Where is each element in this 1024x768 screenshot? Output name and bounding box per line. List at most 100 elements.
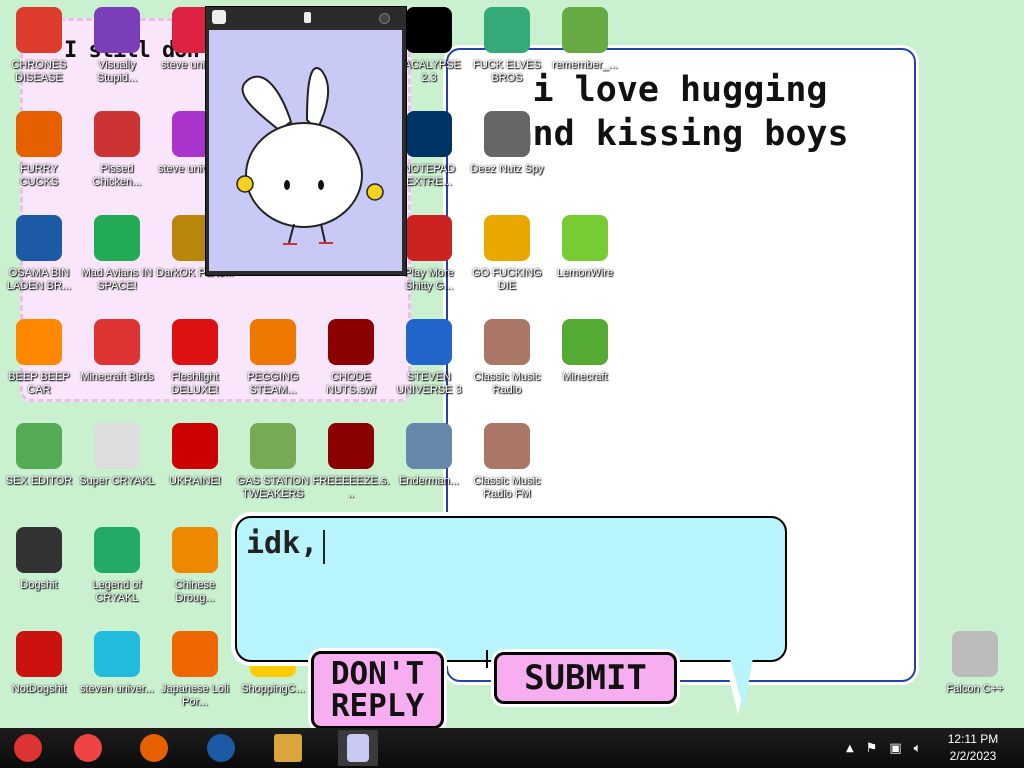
- vlc-icon: [16, 319, 62, 365]
- pixel-dog-icon: [94, 423, 140, 469]
- desktop-icon[interactable]: remember_...: [546, 3, 624, 99]
- obama-logo-icon: [207, 734, 235, 762]
- desktop-icon[interactable]: UKRAINE!: [156, 419, 234, 515]
- desktop-icon[interactable]: steven univer...: [78, 627, 156, 723]
- taskbar-button-firefox[interactable]: [134, 730, 174, 766]
- desktop-icon[interactable]: Minecraft Birds: [78, 315, 156, 411]
- desktop-icon-label: steven univer...: [80, 683, 154, 695]
- desktop-icon[interactable]: Dogshit: [0, 523, 78, 619]
- mahjong-icon: [172, 527, 218, 573]
- desktop-icon[interactable]: Fleshlight DELUXE!: [156, 315, 234, 411]
- obama-logo-icon: [16, 215, 62, 261]
- desktop-icon[interactable]: BEEP BEEP CAR: [0, 315, 78, 411]
- diamond-block-icon: [406, 423, 452, 469]
- submit-button[interactable]: SUBMIT: [494, 652, 677, 704]
- desktop-icon[interactable]: STEVEN UNIVERSE 3: [390, 315, 468, 411]
- desktop-icon-label: Pissed Chicken...: [92, 163, 142, 188]
- cpp-icon: [16, 527, 62, 573]
- devcpp-icon: [16, 631, 62, 677]
- pegasus-icon: [250, 319, 296, 365]
- desktop-icon-label: FURRY CUCKS: [19, 163, 59, 188]
- bunny-icon: [347, 734, 369, 762]
- visual-studio-icon: [94, 7, 140, 53]
- desktop-icon-label: NotDogshit: [11, 683, 67, 695]
- desktop-icon[interactable]: OSAMA BIN LADEN BR...: [0, 211, 78, 307]
- desktop-icon-label: Chinese Droug...: [174, 579, 216, 604]
- torii-icon: [172, 631, 218, 677]
- flag-icon[interactable]: ⚑: [866, 741, 878, 756]
- desktop-icon[interactable]: Classic Music Radio FM: [468, 419, 546, 515]
- desktop-icon[interactable]: Falcon C++: [936, 627, 1014, 723]
- taskbar-button-file-explorer[interactable]: [268, 730, 308, 766]
- firefox-icon: [16, 111, 62, 157]
- desktop-icon[interactable]: Pissed Chicken...: [78, 107, 156, 203]
- bunny-window[interactable]: [205, 6, 407, 276]
- desktop-icon-label: Deez Nutz Spy: [470, 163, 544, 175]
- grass-block-icon: [562, 319, 608, 365]
- reply-input-text[interactable]: idk,: [246, 526, 318, 561]
- diamond-icon: [94, 631, 140, 677]
- desktop-icon-label: CHODE NUTS.swf: [326, 371, 376, 396]
- taskbar-button-obama-logo[interactable]: [201, 730, 241, 766]
- bunny-window-titlebar[interactable]: [206, 7, 406, 29]
- desktop-icon[interactable]: Deez Nutz Spy: [468, 107, 546, 203]
- plant-icon: [250, 423, 296, 469]
- desktop: I still don't i love hugging and kissing…: [0, 0, 1024, 728]
- desktop-icon[interactable]: Chinese Droug...: [156, 523, 234, 619]
- desktop-icon[interactable]: FUCK ELVES BROS: [468, 3, 546, 99]
- network-icon[interactable]: ▣: [889, 741, 901, 756]
- clock-time: 12:11 PM: [947, 732, 999, 746]
- terminal-icon: [406, 7, 452, 53]
- desktop-icon[interactable]: FREEEEEZE.s...: [312, 419, 390, 515]
- desktop-icon[interactable]: CHRONES DISEASE: [0, 3, 78, 99]
- desktop-icon[interactable]: LemonWire: [546, 211, 624, 307]
- desktop-icon-label: OSAMA BIN LADEN BR...: [6, 267, 72, 292]
- desktop-icon-label: PEGGING STEAM...: [247, 371, 299, 396]
- desktop-icon[interactable]: Enderman...: [390, 419, 468, 515]
- desktop-icon-label: Japanese Loli Por...: [161, 683, 229, 708]
- desktop-icon-label: FREEEEEZE.s...: [312, 475, 390, 500]
- reply-bubble-tail: [728, 652, 754, 710]
- chrome-icon: [74, 734, 102, 762]
- window-close-icon[interactable]: [379, 13, 390, 24]
- flash-icon: [328, 319, 374, 365]
- desktop-icon[interactable]: Japanese Loli Por...: [156, 627, 234, 723]
- portrait-icon: [484, 423, 530, 469]
- desktop-icon-label: Fleshlight DELUXE!: [171, 371, 219, 396]
- file-explorer-icon: [274, 734, 302, 762]
- desktop-icon[interactable]: CHODE NUTS.swf: [312, 315, 390, 411]
- desktop-icon-label: LemonWire: [556, 267, 614, 279]
- taskbar: ▲ ⚑ ▣ 🔈︎ 12:11 PM 2/2/2023: [0, 728, 1024, 768]
- taskbar-button-chrome-alt[interactable]: [8, 730, 48, 766]
- desktop-icon[interactable]: Classic Music Radio: [468, 315, 546, 411]
- elf-icon: [484, 7, 530, 53]
- desktop-icon[interactable]: Visually Stupid...: [78, 3, 156, 99]
- taskbar-button-chrome[interactable]: [68, 730, 108, 766]
- taskbar-button-bunny[interactable]: [338, 730, 378, 766]
- clock[interactable]: 12:11 PM 2/2/2023: [942, 731, 1004, 765]
- dont-reply-button[interactable]: DON'T REPLY: [311, 651, 444, 728]
- desktop-icon-label: UKRAINE!: [169, 475, 221, 487]
- desktop-icon[interactable]: GO FUCKING DIE: [468, 211, 546, 307]
- volume-icon[interactable]: 🔈︎: [914, 741, 922, 756]
- desktop-icon[interactable]: SEX EDITOR: [0, 419, 78, 515]
- desktop-icon-label: Minecraft: [562, 371, 608, 383]
- clock-date: 2/2/2023: [949, 749, 997, 763]
- show-hidden-icons-icon[interactable]: ▲: [846, 743, 854, 754]
- three-icon: [406, 319, 452, 365]
- angry-bird-icon: [94, 319, 140, 365]
- desktop-icon[interactable]: Super CRYAKL: [78, 419, 156, 515]
- desktop-icon-label: Mad Avians IN SPACE!: [81, 267, 153, 292]
- desktop-icon-label: GAS STATION TWEAKERS: [236, 475, 310, 500]
- desktop-icon[interactable]: Minecraft: [546, 315, 624, 411]
- desktop-icon[interactable]: Mad Avians IN SPACE!: [78, 211, 156, 307]
- desktop-icon[interactable]: GAS STATION TWEAKERS: [234, 419, 312, 515]
- desktop-icon[interactable]: FURRY CUCKS: [0, 107, 78, 203]
- popcap-icon: [406, 215, 452, 261]
- desktop-icon[interactable]: NotDogshit: [0, 627, 78, 723]
- limewire-icon: [562, 215, 608, 261]
- mouse-cursor-icon: [486, 650, 492, 668]
- desktop-icon[interactable]: Legend of CRYAKL: [78, 523, 156, 619]
- desktop-icon[interactable]: PEGGING STEAM...: [234, 315, 312, 411]
- bunny-canvas: [209, 30, 402, 271]
